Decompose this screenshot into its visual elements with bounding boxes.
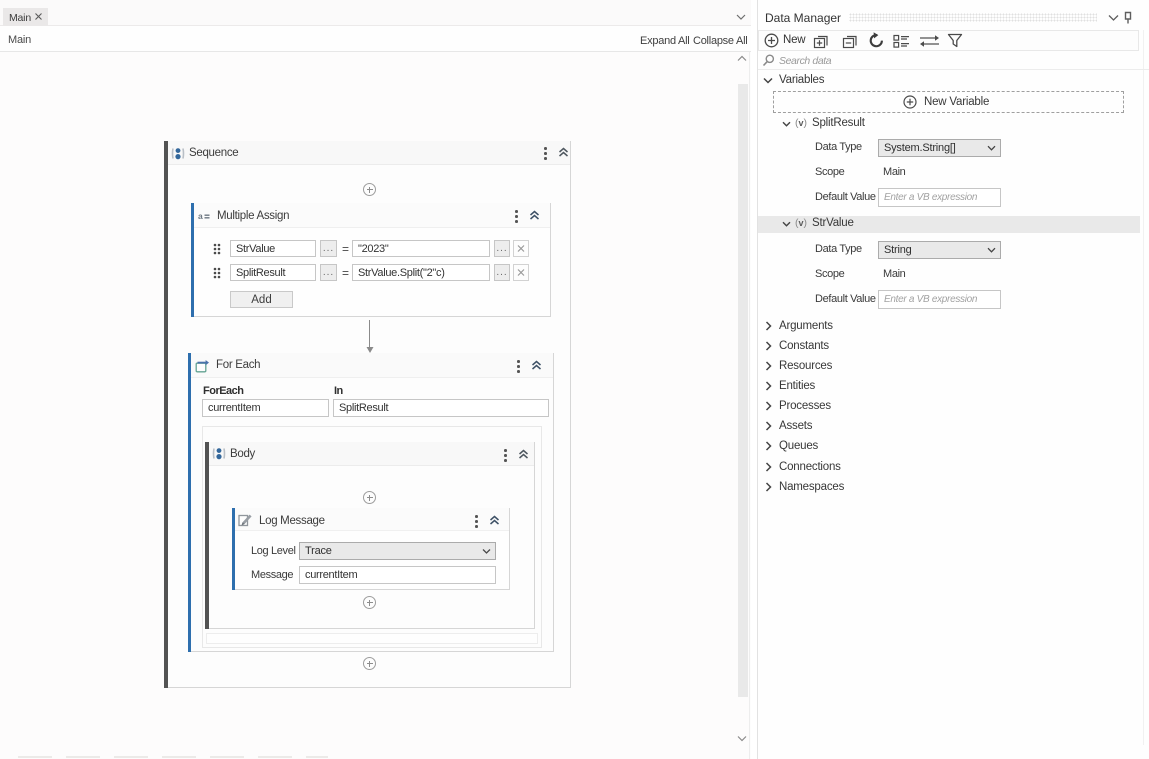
svg-text:a: a <box>198 212 203 220</box>
